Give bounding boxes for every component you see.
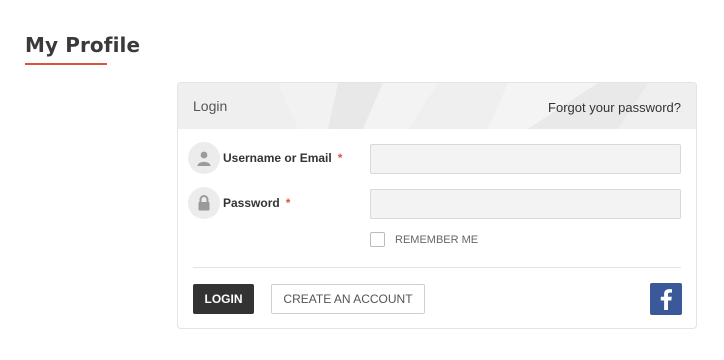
- facebook-icon: [660, 289, 672, 310]
- required-asterisk: *: [285, 196, 291, 210]
- username-row: Username or Email *: [178, 142, 696, 176]
- remember-me-option[interactable]: REMEMBER ME: [370, 231, 478, 248]
- remember-me-checkbox[interactable]: [370, 232, 385, 247]
- username-input[interactable]: [370, 144, 681, 174]
- form-divider: [193, 267, 681, 268]
- login-button[interactable]: LOGIN: [193, 284, 254, 314]
- facebook-login-button[interactable]: [650, 283, 682, 315]
- remember-me-label: REMEMBER ME: [395, 233, 479, 246]
- password-input[interactable]: [370, 189, 681, 219]
- password-label: Password *: [223, 196, 291, 210]
- user-icon: [188, 142, 220, 174]
- page-title: My Profile: [25, 33, 141, 57]
- required-asterisk: *: [337, 151, 343, 165]
- forgot-password-link[interactable]: Forgot your password?: [548, 100, 681, 115]
- login-header-title: Login: [193, 98, 228, 114]
- password-row: Password *: [178, 187, 696, 221]
- title-underline: [25, 63, 107, 65]
- login-card: Login Forgot your password? Username or …: [177, 82, 697, 329]
- username-label: Username or Email *: [223, 151, 343, 165]
- login-card-header: Login Forgot your password?: [178, 83, 696, 129]
- lock-icon: [188, 187, 220, 219]
- create-account-button[interactable]: CREATE AN ACCOUNT: [271, 284, 425, 314]
